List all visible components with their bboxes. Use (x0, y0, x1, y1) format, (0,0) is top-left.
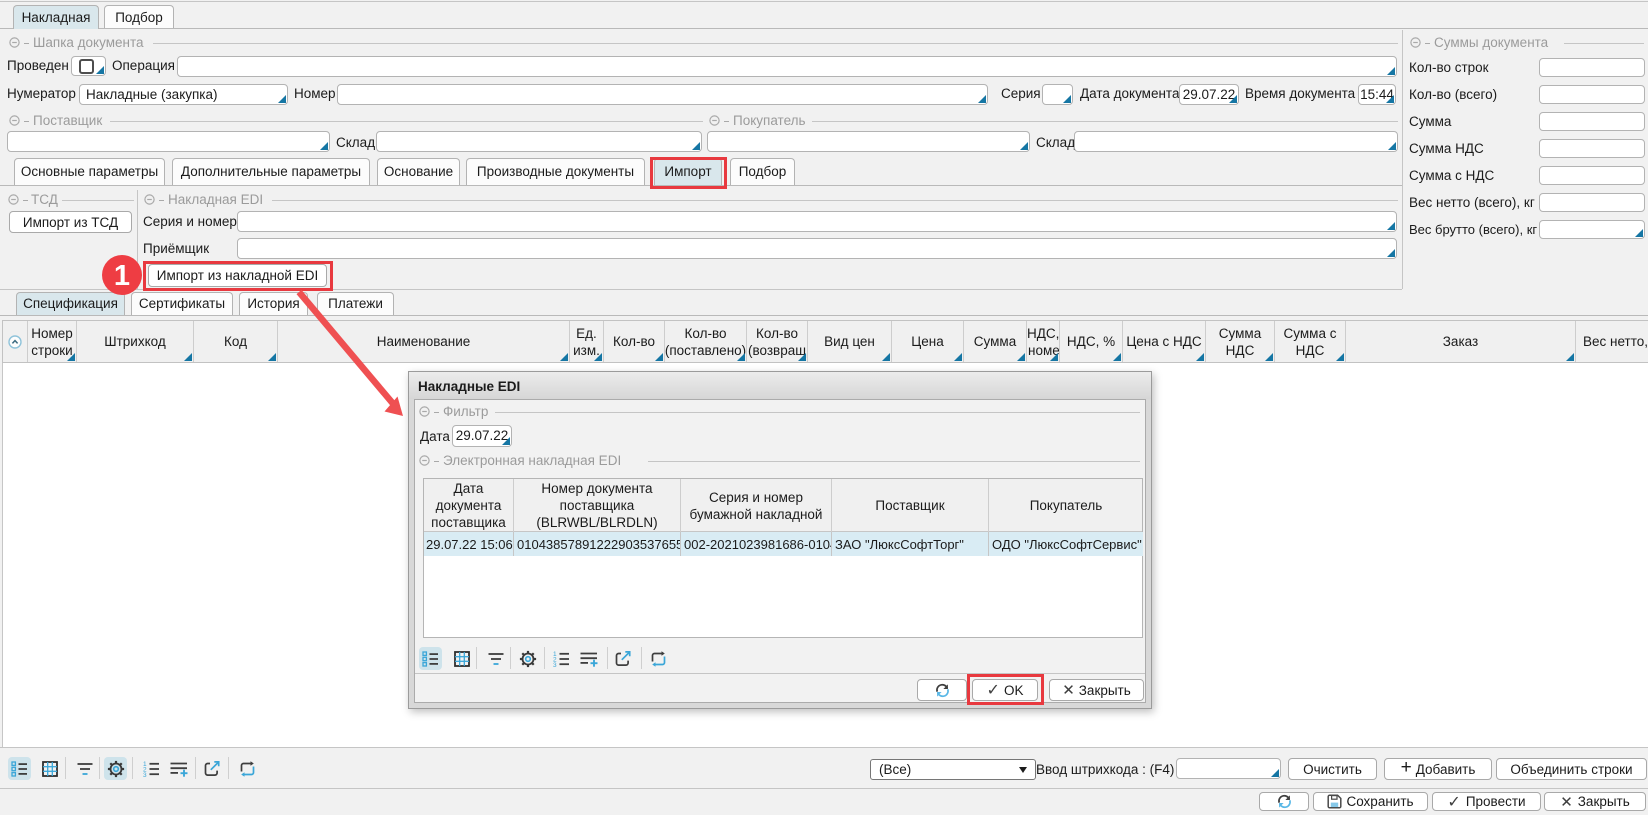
svg-text:1: 1 (114, 260, 130, 292)
svg-text:3: 3 (553, 662, 557, 667)
svg-text:3: 3 (143, 772, 147, 777)
